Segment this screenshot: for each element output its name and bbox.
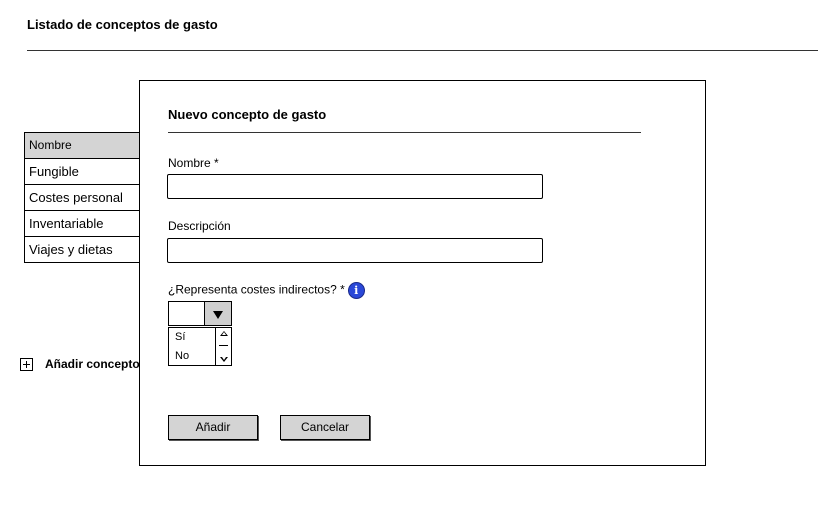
add-button[interactable]: Añadir	[168, 415, 258, 440]
scroll-thumb[interactable]	[219, 345, 228, 346]
name-label: Nombre *	[168, 156, 219, 170]
name-input[interactable]	[167, 174, 543, 199]
listbox-scrollbar[interactable]	[215, 328, 231, 365]
new-concept-dialog: Nuevo concepto de gasto Nombre * Descrip…	[139, 80, 706, 466]
dialog-divider	[168, 132, 641, 133]
page-divider	[27, 50, 818, 51]
description-input[interactable]	[167, 238, 543, 263]
plus-square-icon	[20, 357, 33, 371]
dropdown-button[interactable]	[204, 302, 231, 325]
add-concept-link[interactable]: Añadir concepto	[20, 357, 140, 371]
dialog-title: Nuevo concepto de gasto	[168, 107, 327, 122]
page-title: Listado de conceptos de gasto	[27, 17, 218, 32]
options-listbox[interactable]: Sí No	[168, 327, 232, 366]
option-no[interactable]: No	[169, 347, 221, 366]
info-icon[interactable]: i	[347, 282, 365, 299]
indirect-costs-text: ¿Representa costes indirectos? *	[168, 282, 345, 297]
add-concept-label: Añadir concepto	[45, 357, 140, 371]
scroll-up-icon[interactable]	[220, 331, 228, 336]
description-label: Descripción	[168, 219, 231, 233]
indirect-costs-label: ¿Representa costes indirectos? * i	[168, 282, 365, 299]
scroll-down-icon[interactable]	[220, 357, 228, 362]
cancel-button[interactable]: Cancelar	[280, 415, 370, 440]
chevron-down-icon	[213, 311, 223, 319]
indirect-costs-select[interactable]	[168, 301, 232, 326]
option-yes[interactable]: Sí	[169, 328, 221, 347]
